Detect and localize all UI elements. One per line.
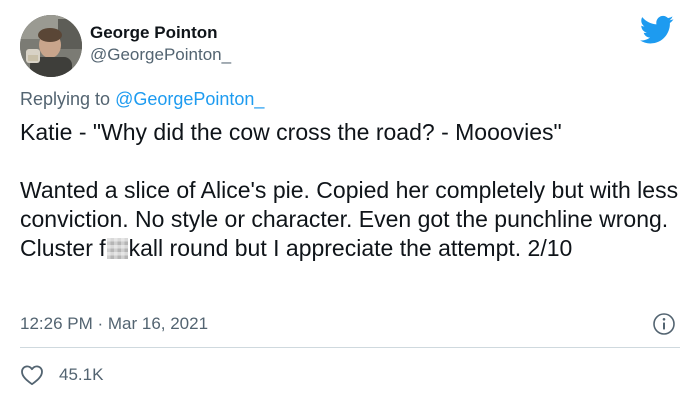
info-icon[interactable]: [652, 312, 676, 336]
tweet-timestamp[interactable]: 12:26 PM · Mar 16, 2021: [20, 313, 208, 335]
replying-to-label: Replying to: [20, 89, 116, 109]
author-display-name[interactable]: George Pointon: [90, 22, 231, 44]
tweet-text: Katie - "Why did the cow cross the road?…: [20, 118, 685, 263]
twitter-bird-icon[interactable]: [640, 15, 674, 45]
like-action[interactable]: 45.1K: [20, 364, 103, 386]
heart-icon[interactable]: [20, 364, 44, 386]
author-handle[interactable]: @GeorgePointon_: [90, 44, 231, 66]
tweet-card: George Pointon @GeorgePointon_ Replying …: [0, 0, 700, 402]
author-block: George Pointon @GeorgePointon_: [90, 22, 231, 66]
replying-to-line: Replying to @GeorgePointon_: [20, 87, 264, 111]
avatar[interactable]: [20, 15, 82, 77]
replying-to-mention-link[interactable]: @GeorgePointon_: [115, 89, 264, 109]
tweet-text-part-2: kall round but I appreciate the attempt.…: [128, 235, 573, 261]
like-count: 45.1K: [59, 365, 104, 384]
divider: [20, 347, 680, 348]
avatar-photo: [20, 15, 82, 77]
censor-pixelation: [106, 238, 128, 259]
